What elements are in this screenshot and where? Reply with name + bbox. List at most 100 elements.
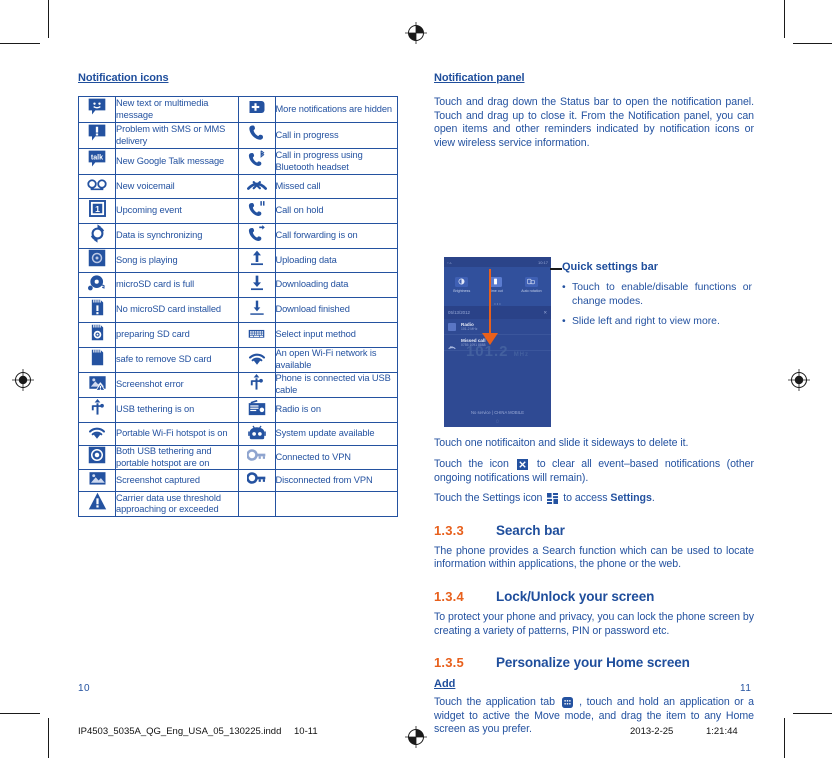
section-title: Search bar xyxy=(496,522,565,538)
music-playing-icon xyxy=(88,249,106,267)
more-notifications-icon-cell xyxy=(237,96,276,123)
icon-description: Disconnected from VPN xyxy=(274,469,398,493)
section-heading-1-3-5: 1.3.5 Personalize your Home screen xyxy=(434,655,754,670)
manual-spread: Notification icons New text or multimedi… xyxy=(0,0,832,773)
data-warning-icon xyxy=(88,492,107,511)
quick-setting-brightness[interactable]: Brightness xyxy=(453,276,471,294)
home-button-icon[interactable]: ◌ xyxy=(444,419,551,425)
section-number: 1.3.5 xyxy=(434,655,464,671)
calendar-event-icon: 1 xyxy=(88,199,107,218)
print-time: 1:21:44 xyxy=(705,726,738,737)
panel-date: 05/13/2012 xyxy=(448,310,470,316)
wifi-open-icon-cell xyxy=(237,347,276,373)
preparing-sdcard-icon-cell xyxy=(78,322,116,348)
call-forwarding-icon xyxy=(248,224,266,243)
table-row: 1 Upcoming event Call on hold xyxy=(78,198,398,224)
section-heading-1-3-4: 1.3.4 Lock/Unlock your screen xyxy=(434,589,754,604)
call-in-progress-icon-cell xyxy=(237,122,276,149)
clear-all-icon[interactable]: ✕ xyxy=(543,310,547,316)
clear-all-paragraph: Touch the icon to clear all event–based … xyxy=(434,458,754,485)
tethering-both-icon-cell xyxy=(78,444,116,471)
calendar-event-icon-cell: 1 xyxy=(78,198,116,224)
vpn-disconnected-icon xyxy=(245,471,267,485)
quick-setting-label: Brightness xyxy=(453,288,471,293)
empty-icon-cell xyxy=(237,491,276,518)
table-row: Carrier data use threshold approaching o… xyxy=(78,491,398,518)
message-problem-icon xyxy=(87,123,107,143)
data-warning-icon-cell xyxy=(78,491,116,518)
google-talk-icon-cell: talk xyxy=(78,148,116,175)
icon-description: Data is synchronizing xyxy=(115,223,239,249)
table-row: Both USB tethering and portable hotspot … xyxy=(78,444,398,471)
clear-all-text-1: Touch the icon xyxy=(434,457,509,470)
settings-period: . xyxy=(651,492,655,505)
table-row: talk New Google Talk message Call in progr… xyxy=(78,148,398,175)
upload-icon-cell xyxy=(237,248,276,273)
notification-subtitle: 101.2 MHz xyxy=(461,327,478,332)
auto-rotation-icon xyxy=(524,276,538,287)
voicemail-icon xyxy=(86,175,108,193)
table-row: Screenshot error Phone is connected via U… xyxy=(78,372,398,398)
safe-remove-sdcard-icon-cell xyxy=(78,347,116,373)
drag-arrow-head xyxy=(482,333,498,346)
icon-description: safe to remove SD card xyxy=(115,347,239,373)
print-pages: 10-11 xyxy=(294,726,318,737)
missed-call-icon-cell xyxy=(237,174,276,199)
sdcard-full-icon-cell xyxy=(78,272,116,298)
music-playing-icon-cell xyxy=(78,248,116,273)
usb-connected-icon xyxy=(248,373,265,392)
icon-description: New Google Talk message xyxy=(115,148,239,175)
icon-description: Screenshot error xyxy=(115,372,239,398)
icon-description: preparing SD card xyxy=(115,322,239,348)
icon-description: An open Wi-Fi network is available xyxy=(274,347,398,373)
sync-icon xyxy=(88,224,107,243)
print-date: 2013-2-25 xyxy=(630,726,674,737)
drag-arrow-shaft xyxy=(489,269,491,338)
section-number: 1.3.3 xyxy=(434,522,464,538)
icon-description: USB tethering is on xyxy=(115,397,239,423)
print-filename: IP4503_5035A_QG_Eng_USA_05_130225.indd xyxy=(78,726,282,737)
page-number-right: 11 xyxy=(740,683,752,694)
download-finished-icon xyxy=(249,299,265,317)
section-title: Personalize your Home screen xyxy=(496,655,690,671)
table-row: Data is synchronizing Call forwarding is … xyxy=(78,223,398,249)
usb-tethering-icon-cell xyxy=(78,397,116,423)
message-problem-icon-cell xyxy=(78,122,116,149)
vpn-connected-icon-cell xyxy=(237,444,276,471)
icon-description: Download finished xyxy=(274,297,398,323)
callout-title: Quick settings bar xyxy=(562,261,658,274)
clear-all-x-icon xyxy=(517,458,529,470)
more-notifications-icon xyxy=(247,98,267,116)
icon-description: Call in progress using Bluetooth headset xyxy=(274,148,398,175)
icon-description: Missed call xyxy=(274,174,398,199)
icon-description: Portable Wi-Fi hotspot is on xyxy=(115,422,239,446)
usb-tethering-icon xyxy=(89,398,106,417)
tethering-both-icon xyxy=(88,446,106,464)
ghost-frequency-value: 101.2 xyxy=(465,343,509,361)
quick-setting-auto-rotation[interactable]: Auto rotation xyxy=(521,276,542,294)
screenshot-error-icon xyxy=(88,374,107,391)
notification-panel-paragraph: Touch and drag down the Status bar to op… xyxy=(434,96,754,149)
icon-description: Problem with SMS or MMS delivery xyxy=(115,122,239,149)
icon-description: Call forwarding is on xyxy=(274,223,398,249)
timeout-icon xyxy=(489,276,503,287)
application-tab-icon xyxy=(561,697,573,709)
right-page-column: Notification panel Touch and drag down t… xyxy=(434,72,754,744)
bullet-dot-icon: • xyxy=(562,316,566,328)
print-footer-left: IP4503_5035A_QG_Eng_USA_05_130225.indd 1… xyxy=(78,726,318,737)
icon-description: Connected to VPN xyxy=(274,444,398,471)
quick-settings-bar: Brightness Time out Auto rotation xyxy=(444,267,551,302)
icon-description: New voicemail xyxy=(115,174,239,199)
callout-bullet: • Touch to enable/disable functions or c… xyxy=(562,281,752,308)
icon-description: No microSD card installed xyxy=(115,297,239,323)
call-bluetooth-icon xyxy=(248,150,266,168)
call-on-hold-icon-cell xyxy=(237,198,276,224)
voicemail-icon-cell xyxy=(78,174,116,199)
icon-description: Radio is on xyxy=(274,397,398,423)
usb-connected-icon-cell xyxy=(237,372,276,398)
preparing-sdcard-icon xyxy=(89,323,106,342)
call-in-progress-icon xyxy=(248,124,266,142)
table-row: Screenshot captured Disconnected from VPN xyxy=(78,469,398,493)
callout-bullet-list: • Touch to enable/disable functions or c… xyxy=(562,281,752,335)
screenshot-captured-icon-cell xyxy=(78,469,116,493)
